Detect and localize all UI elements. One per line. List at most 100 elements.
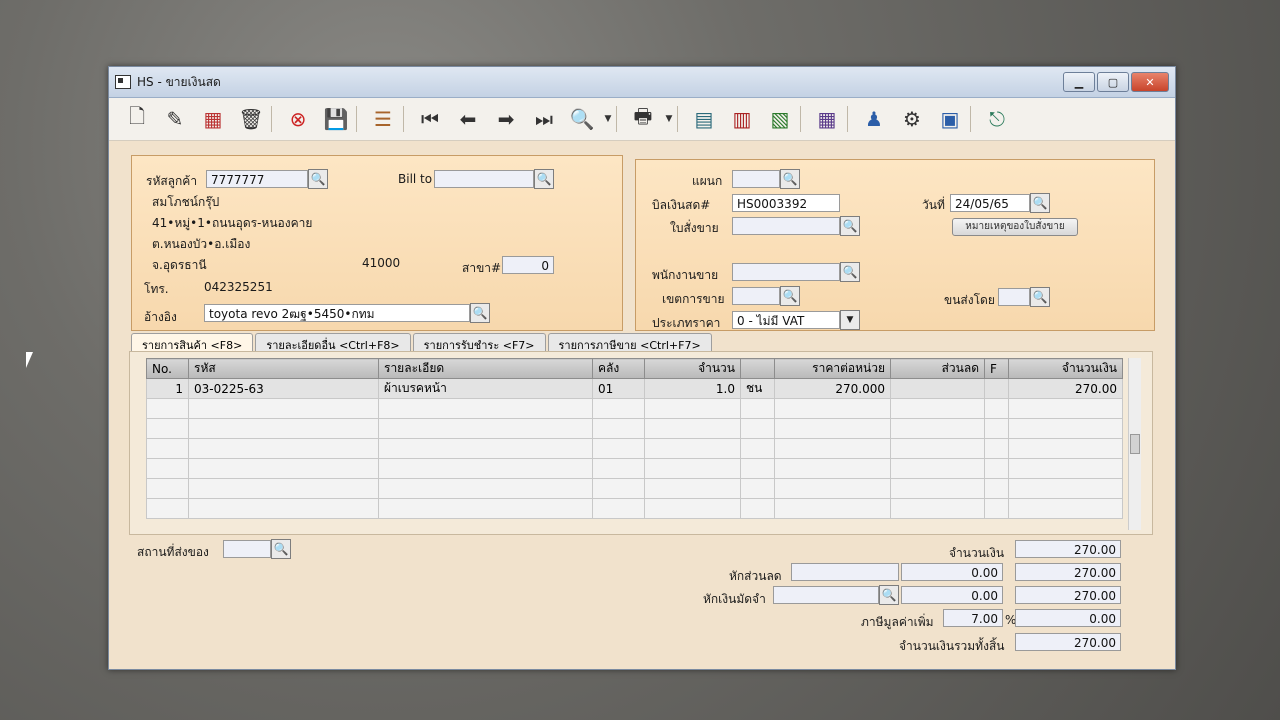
ship-to-input[interactable] <box>223 540 271 558</box>
col-header-amount[interactable]: จำนวนเงิน <box>1008 358 1123 379</box>
cell-amount[interactable]: 270.00 <box>1008 378 1123 399</box>
cell-quantity[interactable]: 1.0 <box>644 378 741 399</box>
toolbar-separator <box>403 106 410 132</box>
table-row[interactable] <box>146 438 1123 459</box>
report-icon[interactable]: ▤ <box>686 102 722 136</box>
price-type-select[interactable]: 0 - ไม่มี VAT <box>732 311 840 329</box>
find-icon[interactable]: 🔍 <box>564 102 600 136</box>
print-dropdown-icon[interactable]: ▼ <box>663 102 675 136</box>
sales-order-note-button[interactable]: หมายเหตุของใบสั่งขาย <box>952 218 1078 236</box>
last-record-icon[interactable]: ⏭ <box>526 102 562 136</box>
cell-unit-price[interactable]: 270.000 <box>774 378 891 399</box>
cash-sale-window: HS - ขายเงินสด ▁ ▢ ✕ 🗋 ✎ ▦ 🗑 ⊗ 💾 ☰ ⏮ ⬅ ➡… <box>108 66 1176 670</box>
cell-code[interactable]: 03-0225-63 <box>188 378 379 399</box>
salesperson-input[interactable] <box>732 263 840 281</box>
grand-total-value: 270.00 <box>1015 633 1121 651</box>
ok-icon[interactable]: ▣ <box>932 102 968 136</box>
toolbar-separator <box>271 106 278 132</box>
previous-icon[interactable]: ⬅ <box>450 102 486 136</box>
vat-rate-input[interactable]: 7.00 <box>943 609 1003 627</box>
new-icon[interactable]: 🗋 <box>119 102 155 136</box>
chart-icon[interactable]: ▧ <box>762 102 798 136</box>
vat-amount-value: 0.00 <box>1015 609 1121 627</box>
reference-input[interactable]: toyota revo 2ฒฐ•5450•กทม <box>204 304 470 322</box>
deposit-value[interactable]: 0.00 <box>901 586 1003 604</box>
sales-area-input[interactable] <box>732 287 780 305</box>
table-row[interactable] <box>146 498 1123 519</box>
sales-area-label: เขตการขาย <box>662 292 725 306</box>
salesperson-label: พนักงานขาย <box>652 268 719 282</box>
sales-area-search-icon[interactable]: 🔍 <box>780 286 800 306</box>
vat-label: ภาษีมูลค่าเพิ่ม <box>861 615 934 629</box>
shipping-search-icon[interactable]: 🔍 <box>1030 287 1050 307</box>
sales-order-input[interactable] <box>732 217 840 235</box>
deposit-search-icon[interactable]: 🔍 <box>879 585 899 605</box>
col-header-code[interactable]: รหัส <box>188 358 379 379</box>
col-header-f[interactable]: F <box>984 358 1009 379</box>
maximize-button[interactable]: ▢ <box>1097 72 1129 92</box>
col-header-unit[interactable] <box>740 358 775 379</box>
col-header-description[interactable]: รายละเอียด <box>378 358 593 379</box>
customer-code-label: รหัสลูกค้า <box>146 174 198 188</box>
approve-icon[interactable]: ♟ <box>856 102 892 136</box>
salesperson-search-icon[interactable]: 🔍 <box>840 262 860 282</box>
next-icon[interactable]: ➡ <box>488 102 524 136</box>
trash-icon[interactable]: 🗑 <box>233 102 269 136</box>
stop-icon[interactable]: ⊗ <box>280 102 316 136</box>
toolbar-separator <box>970 106 977 132</box>
amount-label: จำนวนเงิน <box>949 546 1005 560</box>
grid-vertical-scrollbar[interactable] <box>1128 358 1141 530</box>
sales-order-search-icon[interactable]: 🔍 <box>840 216 860 236</box>
col-header-no[interactable]: No. <box>146 358 189 379</box>
document-panel: แผนก 🔍 บิลเงินสด# HS0003392 วันที่ 24/05… <box>635 159 1155 331</box>
table-row[interactable] <box>146 398 1123 419</box>
shipping-input[interactable] <box>998 288 1030 306</box>
ship-to-search-icon[interactable]: 🔍 <box>271 539 291 559</box>
stack-icon[interactable]: ☰ <box>365 102 401 136</box>
department-search-icon[interactable]: 🔍 <box>780 169 800 189</box>
cell-warehouse[interactable]: 01 <box>592 378 645 399</box>
calculator-icon[interactable]: ▥ <box>724 102 760 136</box>
col-header-quantity[interactable]: จำนวน <box>644 358 741 379</box>
toolbar-separator <box>847 106 854 132</box>
printer-icon[interactable]: 🖶 <box>625 102 661 136</box>
date-picker-icon[interactable]: 🔍 <box>1030 193 1050 213</box>
cell-no[interactable]: 1 <box>146 378 189 399</box>
cash-bill-input[interactable]: HS0003392 <box>732 194 840 212</box>
cancel-doc-icon[interactable]: ▦ <box>195 102 231 136</box>
first-record-icon[interactable]: ⏮ <box>412 102 448 136</box>
save-icon[interactable]: 💾 <box>318 102 354 136</box>
discount-value[interactable]: 0.00 <box>901 563 1003 581</box>
cell-discount[interactable] <box>890 378 985 399</box>
department-input[interactable] <box>732 170 780 188</box>
toolbar-separator <box>800 106 807 132</box>
price-type-dropdown-icon[interactable]: ▼ <box>840 310 860 330</box>
close-button[interactable]: ✕ <box>1131 72 1169 92</box>
date-input[interactable]: 24/05/65 <box>950 194 1030 212</box>
find-dropdown-icon[interactable]: ▼ <box>602 102 614 136</box>
reference-search-icon[interactable]: 🔍 <box>470 303 490 323</box>
exit-icon[interactable]: ⎋ <box>979 102 1015 136</box>
edit-icon[interactable]: ✎ <box>157 102 193 136</box>
discount-code-input[interactable] <box>791 563 899 581</box>
table-row[interactable] <box>146 458 1123 479</box>
table-row[interactable] <box>146 478 1123 499</box>
customer-code-input[interactable]: 7777777 <box>206 170 308 188</box>
customer-search-icon[interactable]: 🔍 <box>308 169 328 189</box>
calendar-icon[interactable]: ▦ <box>809 102 845 136</box>
cell-f[interactable] <box>984 378 1009 399</box>
col-header-unit-price[interactable]: ราคาต่อหน่วย <box>774 358 891 379</box>
col-header-warehouse[interactable]: คลัง <box>592 358 645 379</box>
minimize-button[interactable]: ▁ <box>1063 72 1095 92</box>
table-row[interactable]: 1 03-0225-63 ผ้าเบรคหน้า 01 1.0 ชน 270.0… <box>146 378 1123 399</box>
cell-unit[interactable]: ชน <box>740 378 775 399</box>
table-row[interactable] <box>146 418 1123 439</box>
deposit-code-input[interactable] <box>773 586 879 604</box>
scrollbar-thumb[interactable] <box>1130 434 1140 454</box>
cell-description[interactable]: ผ้าเบรคหน้า <box>378 378 593 399</box>
branch-input[interactable]: 0 <box>502 256 554 274</box>
billto-search-icon[interactable]: 🔍 <box>534 169 554 189</box>
tools-icon[interactable]: ⚙ <box>894 102 930 136</box>
col-header-discount[interactable]: ส่วนลด <box>890 358 985 379</box>
billto-input[interactable] <box>434 170 534 188</box>
